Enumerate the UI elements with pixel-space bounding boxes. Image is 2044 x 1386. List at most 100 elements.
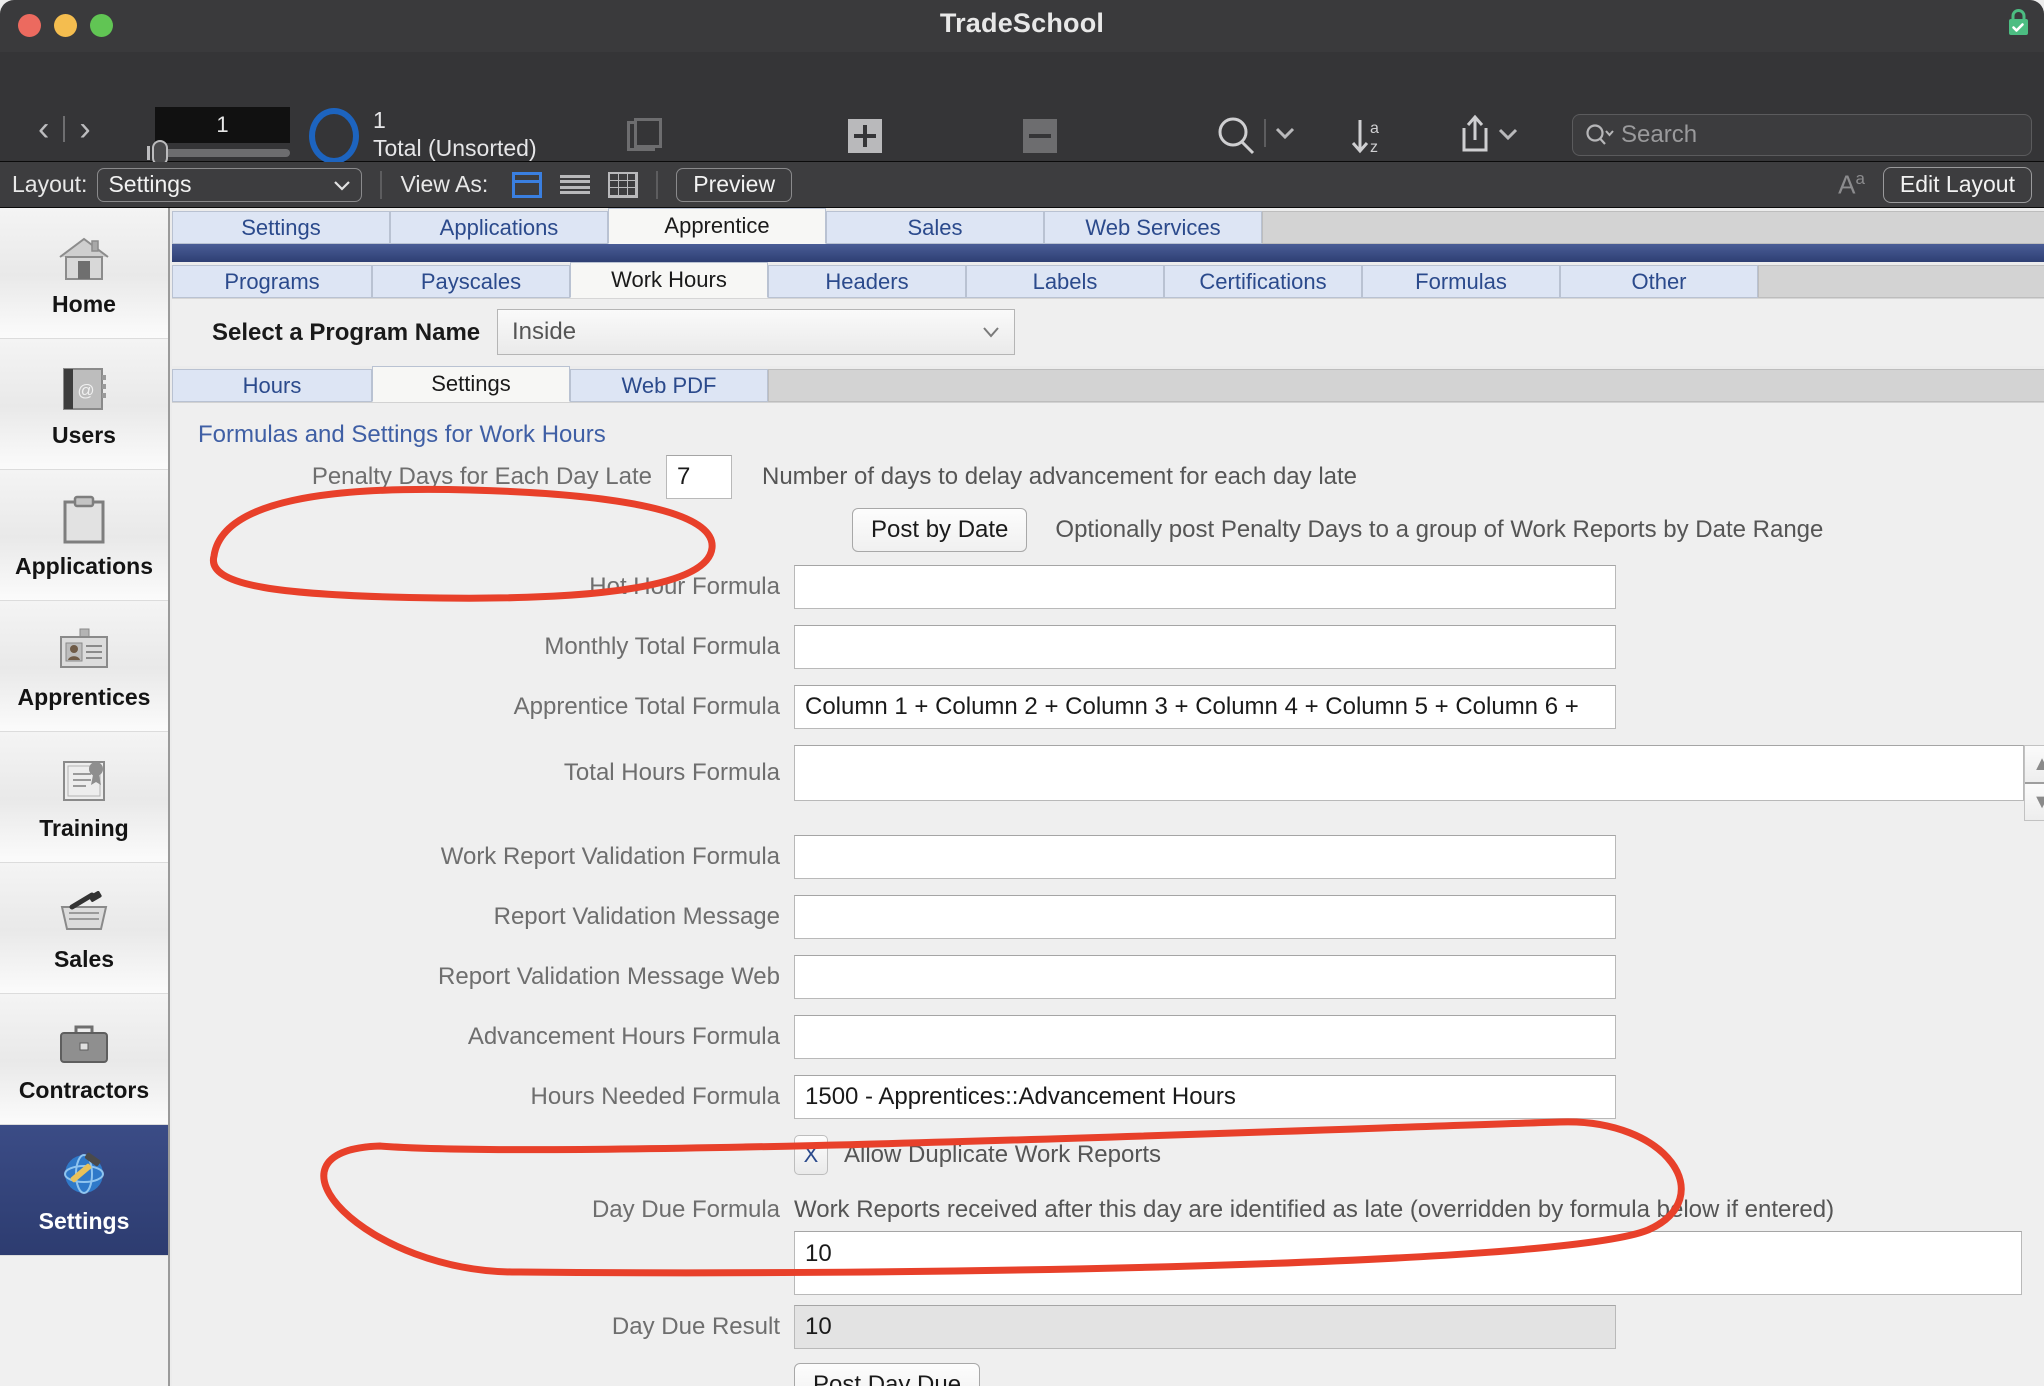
section-title: Formulas and Settings for Work Hours	[198, 421, 606, 448]
day-due-result-value: 10	[794, 1305, 1616, 1349]
tab-settings-sub[interactable]: Settings	[372, 366, 570, 402]
search-magnifier-icon	[1586, 124, 1614, 145]
field-row-report-validation-message: Report Validation Message	[172, 895, 1616, 939]
penalty-days-label: Penalty Days for Each Day Late	[311, 463, 652, 490]
post-day-due-row: Post Day Due	[794, 1363, 981, 1386]
house-icon	[55, 229, 113, 287]
tab-applications[interactable]: Applications	[390, 211, 608, 244]
layout-select[interactable]: Settings	[97, 167, 363, 202]
sidebar-item-contractors[interactable]: Contractors	[0, 994, 168, 1125]
advancement-hours-formula-input[interactable]	[794, 1015, 1616, 1059]
allow-duplicate-label: Allow Duplicate Work Reports	[844, 1141, 1162, 1168]
monthly-total-formula-input[interactable]	[794, 625, 1616, 669]
scroll-down-icon[interactable]: ▼	[2025, 784, 2044, 820]
main-toolbar: ‹ › 1 1 Total (Unsorted) Records Show Al…	[0, 52, 2044, 201]
field-label: Apprentice Total Formula	[513, 693, 780, 720]
total-hours-formula-input[interactable]	[794, 745, 2024, 801]
scroll-up-icon[interactable]: ▲	[2025, 746, 2044, 784]
report-validation-message-input[interactable]	[794, 895, 1616, 939]
sidebar-item-applications[interactable]: Applications	[0, 470, 168, 601]
lock-secure-icon	[2005, 7, 2032, 37]
tab-labels[interactable]: Labels	[966, 265, 1164, 298]
sidebar-item-settings[interactable]: Settings	[0, 1125, 168, 1256]
allow-duplicate-checkbox[interactable]: X	[794, 1135, 828, 1175]
window-title-bar: TradeSchool	[0, 0, 2044, 52]
sidebar-filler	[0, 1256, 168, 1386]
field-row-total-hours-formula: Total Hours Formula ▲ ▼	[172, 745, 2044, 821]
layout-bar-right: Aa Edit Layout	[1838, 166, 2032, 203]
sidebar-item-label: Contractors	[18, 1076, 150, 1103]
work-report-validation-formula-input[interactable]	[794, 835, 1616, 879]
sidebar-item-users[interactable]: @ Users	[0, 339, 168, 470]
sidebar-item-training[interactable]: Training	[0, 732, 168, 863]
program-name-value: Inside	[512, 318, 577, 345]
tab-formulas[interactable]: Formulas	[1362, 265, 1560, 298]
sidebar-item-label: Users	[52, 421, 116, 448]
day-due-result-row: Day Due Result 10	[172, 1305, 1616, 1349]
window-title: TradeSchool	[939, 8, 1105, 38]
nav-divider	[63, 116, 66, 142]
current-record-number: 1	[216, 112, 229, 137]
next-record-icon[interactable]: ›	[79, 112, 90, 146]
tab-programs[interactable]: Programs	[172, 265, 372, 298]
field-row-report-validation-message-web: Report Validation Message Web	[172, 955, 1616, 999]
record-navigation: ‹ ›	[38, 112, 91, 146]
program-name-select[interactable]: Inside	[497, 309, 1015, 355]
view-as-group	[512, 171, 639, 198]
report-validation-message-web-input[interactable]	[794, 955, 1616, 999]
tab-hours[interactable]: Hours	[172, 369, 372, 402]
tab-web-services[interactable]: Web Services	[1044, 211, 1262, 244]
tab-certifications[interactable]: Certifications	[1164, 265, 1362, 298]
certificate-icon	[55, 753, 113, 811]
post-day-due-button[interactable]: Post Day Due	[794, 1363, 981, 1386]
apprentice-total-formula-input[interactable]: Column 1 + Column 2 + Column 3 + Column …	[794, 685, 1616, 729]
tab-work-hours[interactable]: Work Hours	[570, 262, 768, 298]
tab-headers[interactable]: Headers	[768, 265, 966, 298]
view-as-form-icon[interactable]	[512, 171, 543, 198]
svg-text:@: @	[77, 381, 94, 400]
tab-other[interactable]: Other	[1560, 265, 1758, 298]
allow-duplicate-row: X Allow Duplicate Work Reports	[794, 1135, 1161, 1175]
tab-apprentice[interactable]: Apprentice	[608, 208, 826, 244]
found-count: 1	[373, 107, 386, 133]
edit-layout-button[interactable]: Edit Layout	[1882, 166, 2032, 203]
tab-sales[interactable]: Sales	[826, 211, 1044, 244]
penalty-days-input[interactable]: 7	[666, 455, 732, 499]
found-status-label: Total (Unsorted)	[373, 135, 537, 161]
chevron-down-icon	[983, 327, 999, 338]
preview-button[interactable]: Preview	[676, 167, 793, 202]
record-slider-track[interactable]	[155, 149, 290, 157]
penalty-days-help: Number of days to delay advancement for …	[762, 463, 1358, 490]
view-as-table-icon[interactable]	[608, 171, 639, 198]
total-hours-formula-scroll-arrows[interactable]: ▲ ▼	[2024, 745, 2044, 821]
tab-row-level2-filler	[1758, 265, 2044, 298]
tab-payscales[interactable]: Payscales	[372, 265, 570, 298]
tab-row-level1: Settings Applications Apprentice Sales W…	[172, 208, 2044, 244]
field-row-hours-needed-formula: Hours Needed Formula 1500 - Apprentices:…	[172, 1075, 1616, 1119]
layout-label: Layout:	[12, 171, 88, 197]
minus-icon	[955, 110, 1125, 162]
tab-web-pdf[interactable]: Web PDF	[570, 369, 768, 402]
sidebar-item-apprentices[interactable]: Apprentices	[0, 601, 168, 732]
tab-settings[interactable]: Settings	[172, 211, 390, 244]
text-format-icon[interactable]: Aa	[1838, 169, 1865, 201]
field-label: Work Report Validation Formula	[440, 843, 780, 870]
tab-row-level1-filler	[1262, 211, 2044, 244]
post-by-date-button[interactable]: Post by Date	[852, 508, 1028, 552]
day-due-formula-label: Day Due Formula	[591, 1196, 780, 1223]
search-input[interactable]: Search	[1572, 114, 2032, 156]
field-label: Hours Needed Formula	[530, 1083, 780, 1110]
sidebar-item-sales[interactable]: Sales	[0, 863, 168, 994]
field-label: Monthly Total Formula	[544, 633, 780, 660]
day-due-formula-input[interactable]: 10	[794, 1231, 2022, 1295]
body-area: Home @ Users Applications Apprentices Tr…	[0, 208, 2044, 1386]
post-by-date-row: Post by Date Optionally post Penalty Day…	[852, 508, 1823, 552]
hot-hour-formula-input[interactable]	[794, 565, 1616, 609]
show-all-icon	[560, 110, 730, 162]
field-row-work-report-validation-formula: Work Report Validation Formula	[172, 835, 1616, 879]
previous-record-icon[interactable]: ‹	[38, 112, 49, 146]
hours-needed-formula-input[interactable]: 1500 - Apprentices::Advancement Hours	[794, 1075, 1616, 1119]
sidebar-item-home[interactable]: Home	[0, 208, 168, 339]
view-as-list-icon[interactable]	[560, 172, 591, 198]
current-record-field[interactable]: 1	[155, 107, 290, 143]
